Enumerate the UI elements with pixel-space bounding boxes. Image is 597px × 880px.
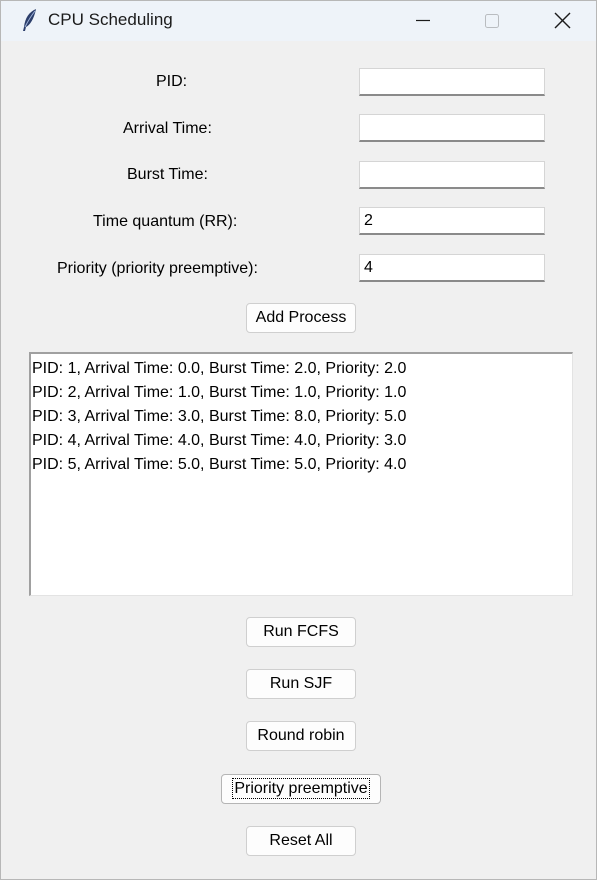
run-fcfs-button[interactable]: Run FCFS: [246, 617, 356, 647]
round-robin-button[interactable]: Round robin: [246, 721, 356, 751]
minimize-button[interactable]: [399, 1, 445, 41]
add-process-label: Add Process: [255, 309, 347, 326]
app-window: CPU Scheduling PID: Arrival Time: Burst …: [0, 0, 597, 880]
run-fcfs-label: Run FCFS: [263, 623, 339, 640]
close-button[interactable]: [539, 1, 585, 41]
run-sjf-button[interactable]: Run SJF: [246, 669, 356, 699]
burst-time-label: Burst Time:: [127, 166, 208, 183]
pid-label: PID:: [156, 73, 188, 90]
arrival-time-input[interactable]: [359, 114, 545, 142]
list-item[interactable]: PID: 2, Arrival Time: 1.0, Burst Time: 1…: [32, 381, 572, 405]
feather-icon: [19, 7, 41, 33]
list-item[interactable]: PID: 4, Arrival Time: 4.0, Burst Time: 4…: [32, 429, 572, 453]
pid-input[interactable]: [359, 68, 545, 96]
add-process-button[interactable]: Add Process: [246, 303, 356, 333]
window-title: CPU Scheduling: [48, 10, 173, 29]
run-sjf-label: Run SJF: [269, 675, 333, 692]
arrival-time-label: Arrival Time:: [123, 120, 212, 137]
list-item[interactable]: PID: 1, Arrival Time: 0.0, Burst Time: 2…: [32, 357, 572, 381]
title-bar[interactable]: CPU Scheduling: [1, 1, 596, 41]
process-listbox[interactable]: PID: 1, Arrival Time: 0.0, Burst Time: 2…: [29, 352, 573, 596]
priority-preemptive-button[interactable]: Priority preemptive: [221, 774, 381, 804]
time-quantum-input[interactable]: [359, 207, 545, 235]
priority-label: Priority (priority preemptive):: [57, 260, 258, 277]
priority-input[interactable]: [359, 254, 545, 282]
maximize-icon: [485, 14, 499, 28]
minimize-icon: [416, 19, 430, 22]
list-item[interactable]: PID: 3, Arrival Time: 3.0, Burst Time: 8…: [32, 405, 572, 429]
maximize-button[interactable]: [468, 1, 514, 41]
reset-all-button[interactable]: Reset All: [246, 826, 356, 856]
priority-preemptive-label: Priority preemptive: [232, 778, 370, 799]
burst-time-input[interactable]: [359, 161, 545, 189]
reset-all-label: Reset All: [269, 832, 333, 849]
list-item[interactable]: PID: 5, Arrival Time: 5.0, Burst Time: 5…: [32, 453, 572, 477]
time-quantum-label: Time quantum (RR):: [93, 213, 238, 230]
close-icon: [554, 12, 571, 29]
round-robin-label: Round robin: [257, 727, 345, 744]
